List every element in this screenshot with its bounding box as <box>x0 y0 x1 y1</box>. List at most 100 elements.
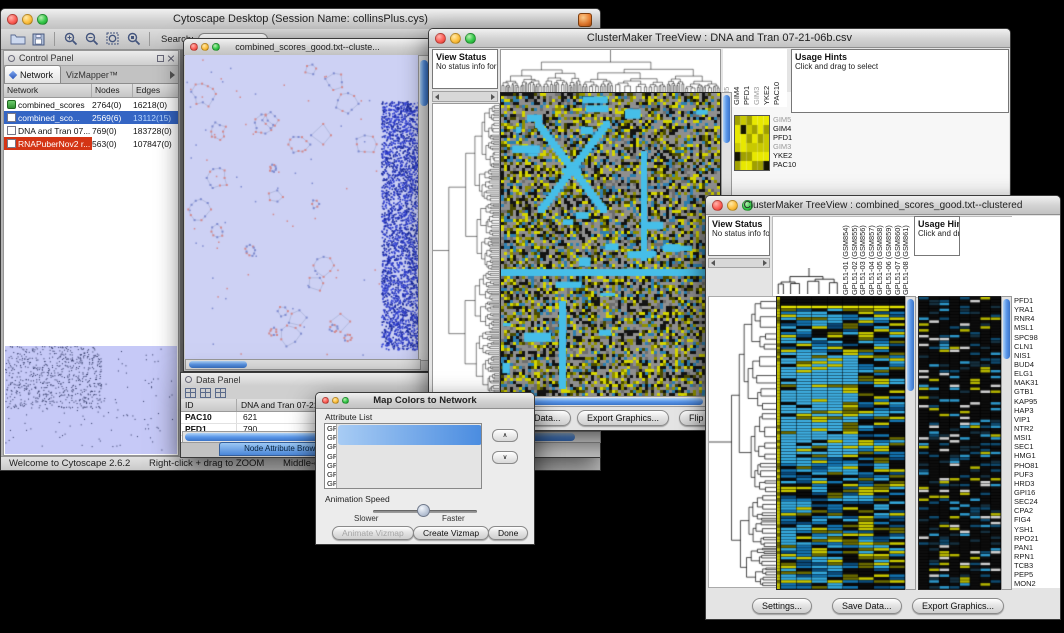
column-dendrogram[interactable] <box>501 50 720 92</box>
delete-attribute-icon[interactable] <box>215 388 226 398</box>
close-button[interactable] <box>190 43 198 51</box>
gene-label[interactable]: RNR4 <box>1014 314 1060 323</box>
gene-label[interactable]: RPN1 <box>1014 552 1060 561</box>
save-data-button[interactable]: Save Data... <box>832 598 902 614</box>
close-panel-icon[interactable] <box>167 55 174 62</box>
gene-label[interactable]: PAN1 <box>1014 543 1060 552</box>
move-up-button[interactable]: ∧ <box>492 429 518 442</box>
zoom-button[interactable] <box>37 14 48 25</box>
network-row-alert[interactable]: RNAPuberNov2 r... 563(0) 107847(0) <box>4 137 178 150</box>
gene-label[interactable]: MSI1 <box>1014 433 1060 442</box>
scroll-right-icon[interactable] <box>491 94 495 100</box>
gene-label[interactable]: VIP1 <box>1014 415 1060 424</box>
gene-label[interactable]: SEC24 <box>1014 497 1060 506</box>
gene-label[interactable]: FIG4 <box>1014 515 1060 524</box>
gene-label[interactable]: GPI16 <box>1014 488 1060 497</box>
gene-label[interactable]: PFD1 <box>1014 296 1060 305</box>
network-horizontal-scrollbar[interactable] <box>185 359 421 370</box>
gene-label[interactable]: CPA2 <box>1014 506 1060 515</box>
row-dendrogram[interactable] <box>433 104 499 397</box>
treeview2-titlebar[interactable]: ClusterMaker TreeView : combined_scores_… <box>706 196 1060 215</box>
attribute-list[interactable]: GPL51-01 (GSM854) heat shock 05 minGPL51… <box>324 423 482 489</box>
expression-heatmap[interactable] <box>501 93 720 397</box>
gene-label[interactable]: CLN1 <box>1014 342 1060 351</box>
dock-icon[interactable] <box>185 376 192 383</box>
gene-label[interactable]: ELG1 <box>1014 369 1060 378</box>
gene-label[interactable]: RPO21 <box>1014 534 1060 543</box>
gene-label[interactable]: NTR2 <box>1014 424 1060 433</box>
scrollbar-thumb[interactable] <box>420 60 428 106</box>
close-button[interactable] <box>712 200 723 211</box>
gene-label[interactable]: KAP95 <box>1014 397 1060 406</box>
main-titlebar[interactable]: Cytoscape Desktop (Session Name: collins… <box>1 9 600 30</box>
tab-scroll-arrow-icon[interactable] <box>170 71 175 79</box>
gene-label[interactable]: MSL1 <box>1014 323 1060 332</box>
network-row-selected[interactable]: combined_sco... 2569(6) 13112(15) <box>4 111 178 124</box>
export-graphics-button[interactable]: Export Graphics... <box>912 598 1004 614</box>
zoom-button[interactable] <box>465 33 476 44</box>
zoom-vertical-scrollbar[interactable] <box>1001 296 1012 590</box>
network-view-titlebar[interactable]: combined_scores_good.txt--cluste... <box>184 39 431 56</box>
scrollbar-thumb[interactable] <box>338 425 481 445</box>
gene-label[interactable]: TCB3 <box>1014 561 1060 570</box>
minimize-button[interactable] <box>332 397 339 404</box>
zoom-button[interactable] <box>212 43 220 51</box>
column-dendrogram[interactable] <box>776 268 842 294</box>
header-network[interactable]: Network <box>4 84 92 97</box>
done-button[interactable]: Done <box>488 526 528 540</box>
close-button[interactable] <box>435 33 446 44</box>
zoom-selected-icon[interactable] <box>125 32 142 47</box>
save-session-icon[interactable] <box>30 32 47 47</box>
gene-label[interactable]: YSH1 <box>1014 525 1060 534</box>
gene-label[interactable]: PEP5 <box>1014 570 1060 579</box>
animate-vizmap-button[interactable]: Animate Vizmap <box>332 526 414 540</box>
zoom-heatmap[interactable] <box>919 297 1001 589</box>
close-button[interactable] <box>7 14 18 25</box>
create-attribute-icon[interactable] <box>200 388 211 398</box>
gene-label[interactable]: HMG1 <box>1014 451 1060 460</box>
zoom-button[interactable] <box>742 200 753 211</box>
gene-label[interactable]: MON2 <box>1014 579 1060 588</box>
zoom-in-icon[interactable] <box>62 32 79 47</box>
scrollbar-thumb[interactable] <box>1003 299 1010 359</box>
network-row[interactable]: combined_scores 2764(0) 16218(0) <box>4 98 178 111</box>
scrollbar-thumb[interactable] <box>189 361 247 368</box>
minimize-button[interactable] <box>201 43 209 51</box>
gene-label[interactable]: SPC98 <box>1014 333 1060 342</box>
minimize-button[interactable] <box>22 14 33 25</box>
gene-label[interactable]: PHO81 <box>1014 461 1060 470</box>
header-nodes[interactable]: Nodes <box>92 84 133 97</box>
network-row[interactable]: DNA and Tran 07... 769(0) 183728(0) <box>4 124 178 137</box>
attribute-list-scrollbar[interactable] <box>336 424 481 488</box>
gene-label[interactable]: BUD4 <box>1014 360 1060 369</box>
scroll-left-icon[interactable] <box>711 260 715 266</box>
tab-vizmapper[interactable]: VizMapper™ <box>61 66 125 83</box>
settings-button[interactable]: Settings... <box>752 598 812 614</box>
open-session-icon[interactable] <box>9 32 26 47</box>
header-edges[interactable]: Edges <box>133 84 178 97</box>
scroll-left-icon[interactable] <box>435 94 439 100</box>
network-graph-canvas[interactable] <box>185 55 421 361</box>
zoom-fit-icon[interactable] <box>104 32 121 47</box>
float-icon[interactable] <box>157 55 164 62</box>
gene-label[interactable]: YRA1 <box>1014 305 1060 314</box>
dialog-titlebar[interactable]: Map Colors to Network <box>316 393 534 409</box>
summary-mini-heatmap[interactable] <box>735 116 769 170</box>
treeview1-titlebar[interactable]: ClusterMaker TreeView : DNA and Tran 07-… <box>429 29 1010 48</box>
gene-label[interactable]: HRD3 <box>1014 479 1060 488</box>
zoom-button[interactable] <box>342 397 349 404</box>
minimize-button[interactable] <box>727 200 738 211</box>
gene-label[interactable]: NIS1 <box>1014 351 1060 360</box>
expression-heatmap[interactable] <box>777 297 905 589</box>
animation-speed-slider[interactable] <box>417 504 430 517</box>
gene-label[interactable]: GTB1 <box>1014 387 1060 396</box>
scroll-right-icon[interactable] <box>763 260 767 266</box>
gene-label[interactable]: MAK31 <box>1014 378 1060 387</box>
scrollbar-thumb[interactable] <box>907 299 914 391</box>
minimize-button[interactable] <box>450 33 461 44</box>
gene-label[interactable]: SEC1 <box>1014 442 1060 451</box>
heatmap-vertical-scrollbar[interactable] <box>905 296 916 590</box>
gene-label[interactable]: PUF3 <box>1014 470 1060 479</box>
tab-network[interactable]: Network <box>4 65 61 83</box>
select-attributes-icon[interactable] <box>185 388 196 398</box>
